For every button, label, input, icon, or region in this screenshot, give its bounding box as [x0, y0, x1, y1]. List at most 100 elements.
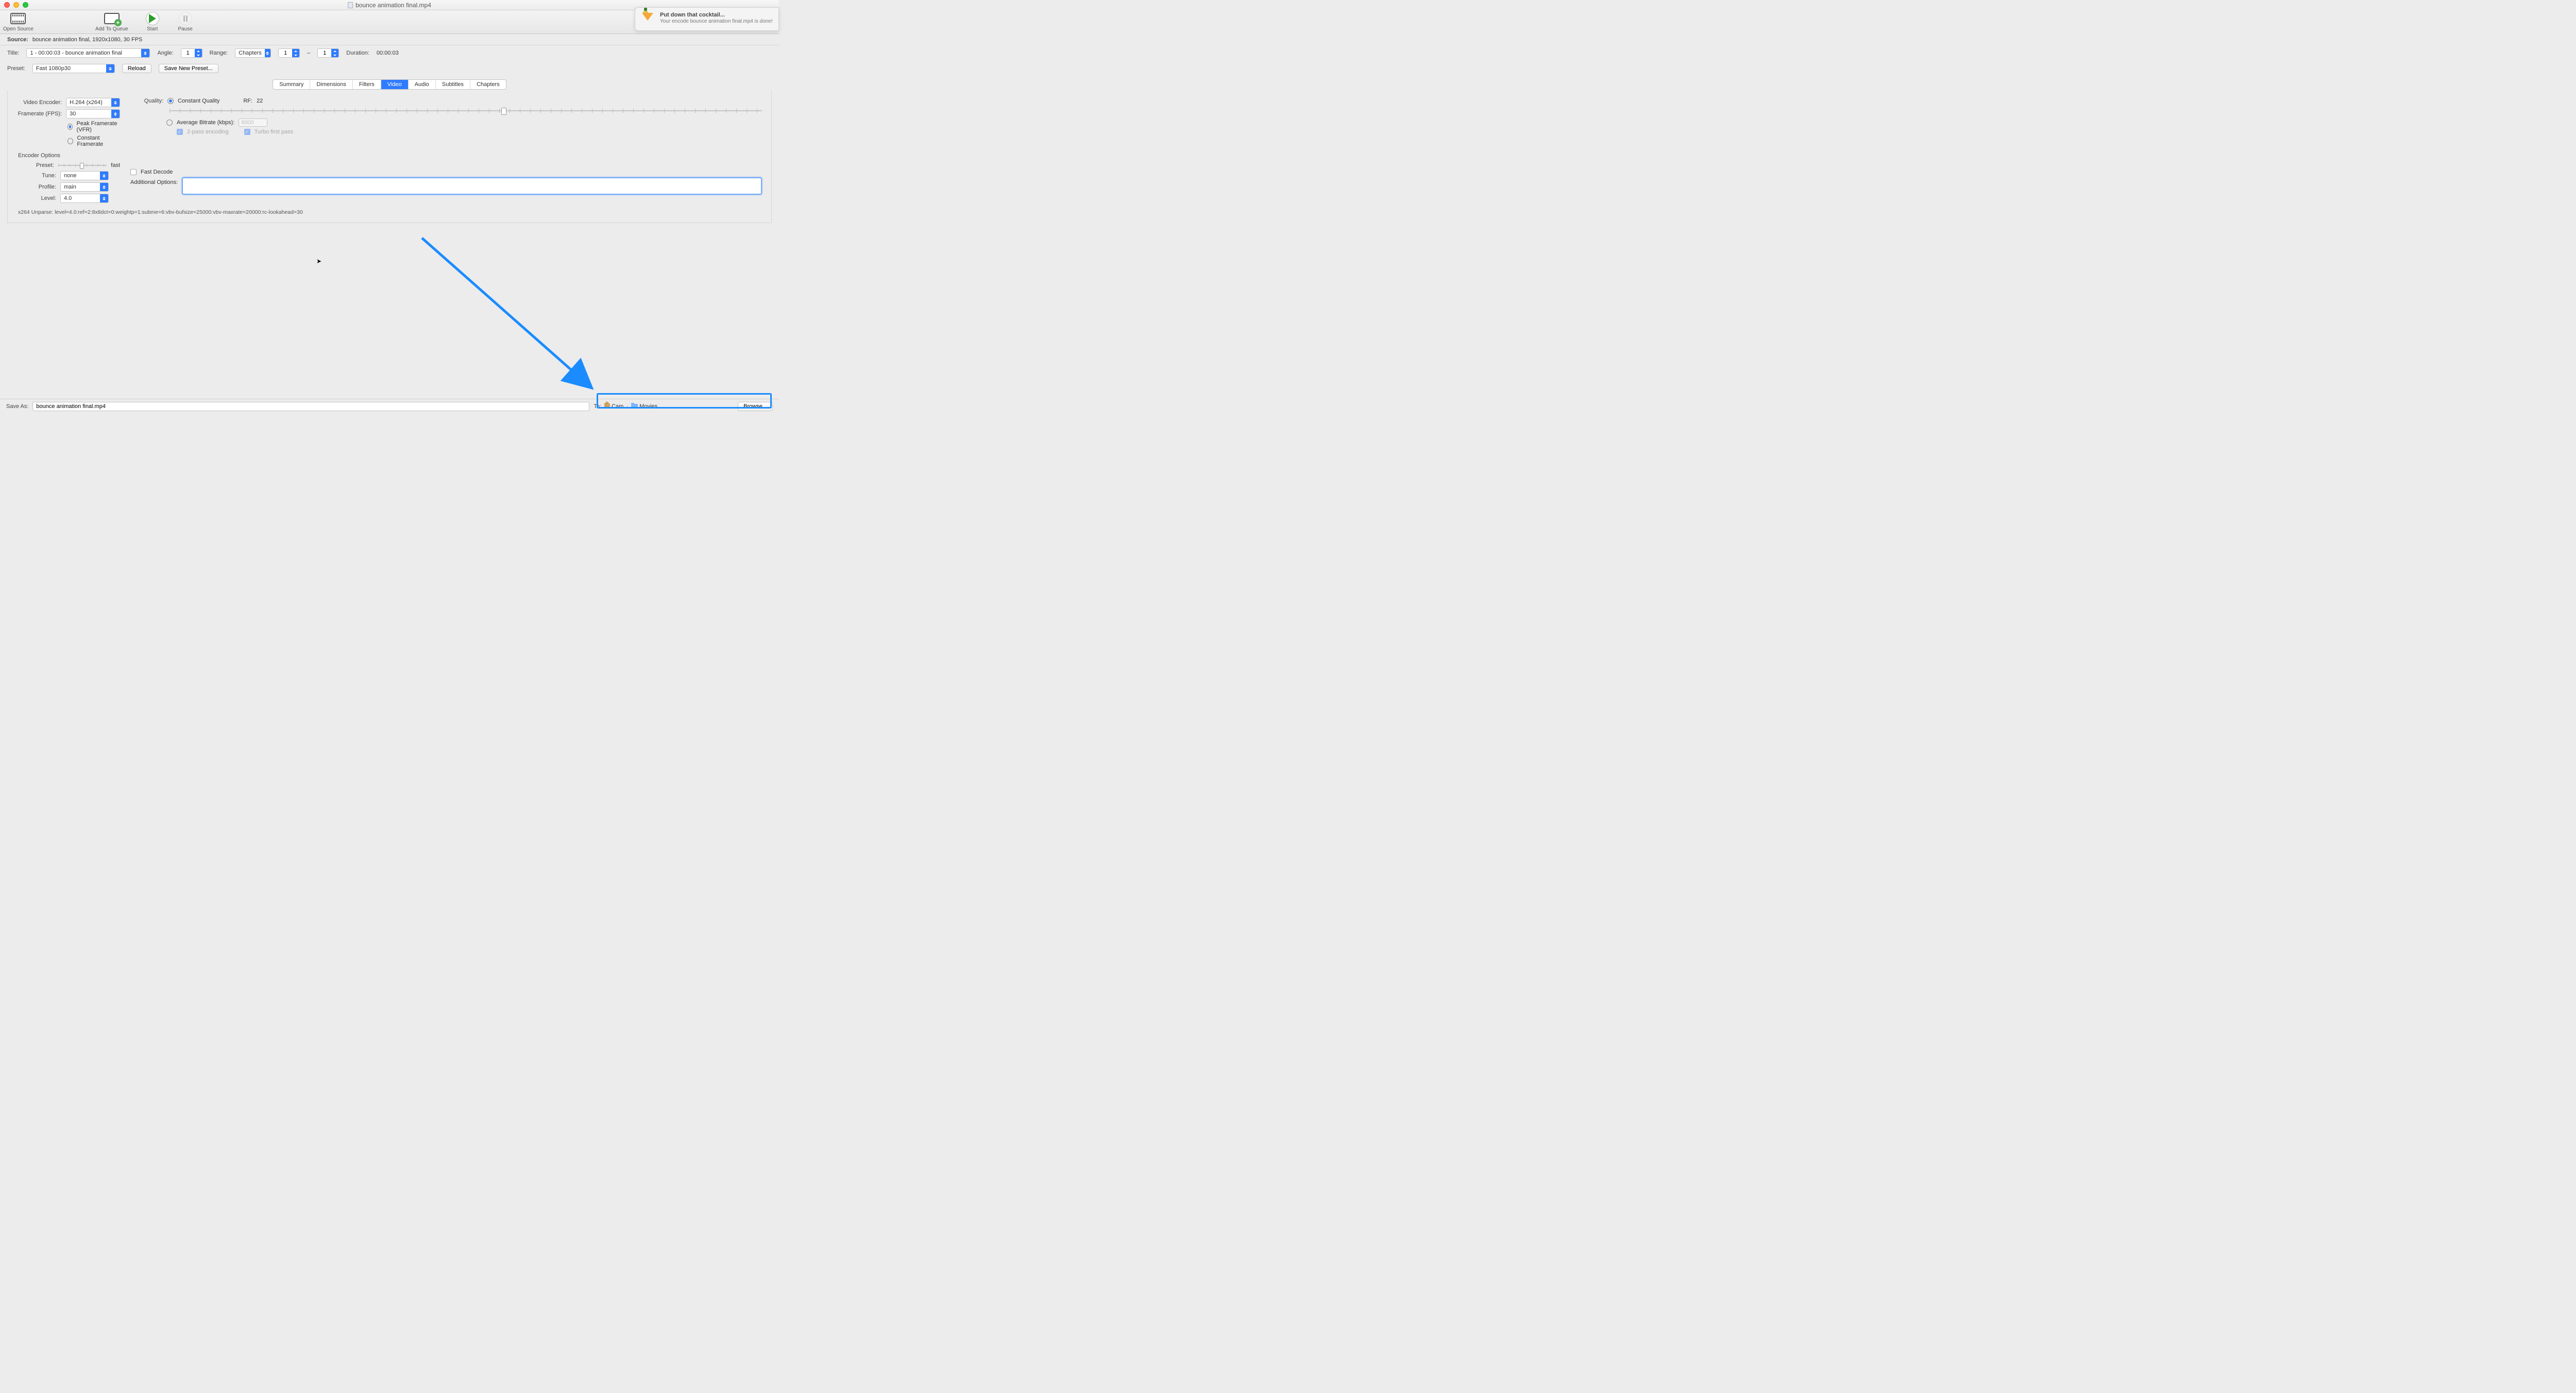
range-mode-dropdown[interactable]: Chapters — [235, 48, 271, 58]
turbo-first-pass-label: Turbo first pass — [255, 129, 293, 135]
film-icon — [10, 13, 26, 24]
tab-chapters[interactable]: Chapters — [470, 80, 506, 89]
notification-banner[interactable]: Put down that cocktail... Your encode bo… — [635, 7, 779, 31]
pause-icon — [179, 12, 192, 25]
add-to-queue-button[interactable]: Add To Queue — [95, 12, 128, 32]
title-row: Title: 1 - 00:00:03 - bounce animation f… — [0, 45, 779, 61]
video-panel: Video Encoder: H.264 (x264) Framerate (F… — [7, 91, 772, 223]
chevron-updown-icon — [141, 49, 149, 57]
breadcrumb-movies[interactable]: Movies — [631, 403, 657, 410]
destination-path: To: Cam › Movies — [594, 403, 657, 410]
annotation-arrow — [420, 236, 600, 396]
peak-framerate-label: Peak Framerate (VFR) — [77, 121, 120, 133]
document-icon — [348, 2, 353, 8]
play-icon — [149, 14, 156, 23]
fast-decode-checkbox[interactable] — [130, 169, 137, 175]
save-as-input[interactable] — [32, 402, 589, 411]
enc-preset-label: Preset: — [17, 162, 54, 168]
chevron-updown-icon — [100, 194, 108, 202]
preset-dropdown[interactable]: Fast 1080p30 — [32, 64, 115, 73]
queue-icon — [104, 13, 120, 24]
tab-video[interactable]: Video — [381, 80, 409, 89]
chevron-updown-icon — [111, 110, 120, 118]
tab-segmented: Summary Dimensions Filters Video Audio S… — [273, 79, 506, 90]
fast-decode-label: Fast Decode — [141, 169, 173, 175]
tab-audio[interactable]: Audio — [409, 80, 436, 89]
duration-value: 00:00:03 — [377, 50, 399, 56]
encoder-options-section: Encoder Options — [8, 149, 771, 160]
constant-framerate-radio[interactable] — [67, 138, 73, 144]
rf-label: RF: — [243, 98, 252, 104]
enc-preset-speed: fast — [111, 162, 120, 168]
tune-dropdown[interactable]: none — [60, 171, 109, 180]
start-label: Start — [147, 26, 158, 32]
add-to-queue-label: Add To Queue — [95, 26, 128, 32]
duration-label: Duration: — [346, 50, 369, 56]
quality-slider[interactable] — [170, 106, 762, 115]
save-new-preset-button[interactable]: Save New Preset... — [159, 64, 218, 73]
breadcrumb-home[interactable]: Cam — [604, 403, 623, 410]
additional-options-label: Additional Options: — [130, 179, 178, 185]
chevron-right-icon: › — [626, 404, 628, 409]
level-dropdown[interactable]: 4.0 — [60, 194, 109, 203]
pause-label: Pause — [178, 26, 193, 32]
encoder-dropdown[interactable]: H.264 (x264) — [66, 98, 120, 107]
tab-subtitles[interactable]: Subtitles — [436, 80, 470, 89]
start-button[interactable]: Start — [144, 12, 161, 32]
enc-preset-slider[interactable] — [58, 162, 107, 169]
home-icon — [604, 404, 610, 409]
open-source-label: Open Source — [3, 26, 33, 32]
x264-unparse-text: x264 Unparse: level=4.0:ref=2:8x8dct=0:w… — [8, 205, 771, 215]
mouse-cursor-icon: ➤ — [316, 258, 321, 265]
title-dropdown[interactable]: 1 - 00:00:03 - bounce animation final — [26, 48, 150, 58]
title-label: Title: — [7, 50, 19, 56]
additional-options-input[interactable] — [182, 177, 762, 195]
source-row: Source: bounce animation final, 1920x108… — [0, 34, 779, 45]
angle-label: Angle: — [157, 50, 173, 56]
chevron-updown-icon — [265, 49, 270, 57]
chevron-updown-icon — [111, 98, 120, 107]
average-bitrate-input — [239, 118, 267, 127]
profile-dropdown[interactable]: main — [60, 182, 109, 192]
window-title-text: bounce animation final.mp4 — [355, 2, 431, 9]
source-value: bounce animation final, 1920x1080, 30 FP… — [32, 37, 142, 43]
rf-value: 22 — [257, 98, 263, 104]
two-pass-label: 2-pass encoding — [187, 129, 229, 135]
turbo-first-pass-checkbox — [244, 129, 250, 135]
reload-button[interactable]: Reload — [122, 64, 151, 73]
tab-summary[interactable]: Summary — [273, 80, 310, 89]
fps-dropdown[interactable]: 30 — [66, 109, 120, 118]
profile-label: Profile: — [17, 184, 56, 190]
pause-button: Pause — [177, 12, 194, 32]
folder-icon — [631, 404, 638, 409]
open-source-button[interactable]: Open Source — [3, 12, 33, 32]
notification-title: Put down that cocktail... — [660, 12, 773, 18]
tab-dimensions[interactable]: Dimensions — [310, 80, 352, 89]
chevron-updown-icon — [100, 172, 108, 180]
save-as-label: Save As: — [6, 403, 28, 410]
tune-label: Tune: — [17, 173, 56, 179]
level-label: Level: — [17, 195, 56, 201]
quality-label: Quality: — [141, 98, 163, 104]
constant-quality-label: Constant Quality — [178, 98, 219, 104]
average-bitrate-radio[interactable] — [166, 120, 173, 126]
cocktail-icon — [640, 12, 655, 26]
angle-stepper[interactable] — [181, 48, 202, 58]
source-label: Source: — [7, 37, 28, 43]
range-label: Range: — [210, 50, 228, 56]
constant-quality-radio[interactable] — [167, 98, 174, 104]
title-value: 1 - 00:00:03 - bounce animation final — [30, 50, 125, 56]
browse-button[interactable]: Browse... — [738, 402, 773, 411]
tab-filters[interactable]: Filters — [353, 80, 381, 89]
preset-label: Preset: — [7, 65, 25, 72]
angle-input[interactable] — [181, 50, 195, 56]
range-to-stepper[interactable] — [317, 48, 339, 58]
chevron-updown-icon — [100, 183, 108, 191]
notification-body: Your encode bounce animation final.mp4 i… — [660, 19, 773, 24]
tab-bar: Summary Dimensions Filters Video Audio S… — [0, 76, 779, 91]
peak-framerate-radio[interactable] — [67, 124, 73, 130]
range-from-stepper[interactable] — [278, 48, 300, 58]
fps-label: Framerate (FPS): — [17, 111, 62, 117]
bottom-bar: Save As: To: Cam › Movies Browse... — [0, 399, 779, 413]
to-label: To: — [594, 403, 601, 410]
